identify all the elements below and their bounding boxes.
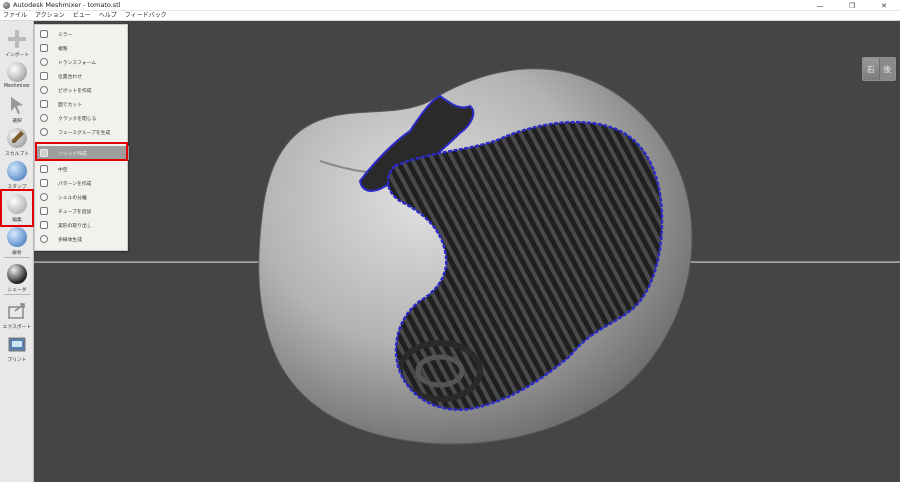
window-controls: — ❐ ✕ (804, 0, 900, 11)
view-cube-right-face[interactable]: 右 (863, 58, 879, 80)
toolbar-divider (4, 294, 30, 295)
tomato-mesh[interactable] (0, 21, 900, 482)
menu-item-make-pattern-label: パターンを作成 (58, 181, 92, 187)
menu-item-align-label: 位置合わせ (58, 74, 82, 80)
toolbar-divider (4, 257, 30, 258)
menu-item-add-tube-label: チューブを追加 (58, 209, 92, 215)
menu-item-hollow[interactable]: 中空 (35, 162, 129, 176)
menu-item-separate-shells[interactable]: シェルの分離 (35, 190, 129, 204)
tool-sculpt[interactable]: スカルプト (2, 125, 32, 159)
edit-submenu: ミラー 複製 トランスフォーム 位置合わせ ピボットを作成 面でカット クラック… (34, 24, 129, 251)
tool-meshmixer-label: Meshmixer (3, 84, 31, 89)
plane-cut-icon (40, 100, 48, 108)
menu-help[interactable]: ヘルプ (95, 11, 121, 21)
print-icon (7, 334, 27, 354)
menu-feedback[interactable]: フィードバック (121, 11, 171, 21)
view-cube[interactable]: 右 後 (862, 57, 896, 81)
menu-action[interactable]: アクション (31, 11, 69, 21)
edit-sphere-icon (7, 194, 27, 214)
align-icon (40, 72, 48, 80)
menu-item-plane-cut-label: 面でカット (58, 102, 82, 108)
menu-item-close-cracks[interactable]: クラックを閉じる (35, 111, 129, 125)
menu-item-align[interactable]: 位置合わせ (35, 69, 129, 83)
pattern-icon (40, 179, 48, 187)
close-cracks-icon (40, 114, 48, 122)
menu-item-duplicate[interactable]: 複製 (35, 41, 129, 55)
main-toolbar: インポート Meshmixer 選択 スカルプト スタンプ 編集 解析 シェーダ (0, 21, 34, 482)
duplicate-icon (40, 44, 48, 52)
tool-print[interactable]: プリント (2, 331, 32, 365)
close-button[interactable]: ✕ (868, 0, 900, 11)
tool-select[interactable]: 選択 (2, 92, 32, 126)
tool-shaders-label: シェーダ (7, 288, 27, 293)
tool-import-label: インポート (5, 53, 29, 58)
menu-item-transform[interactable]: トランスフォーム (35, 55, 129, 69)
face-groups-icon (40, 128, 48, 136)
3d-viewport[interactable]: 右 後 (0, 21, 900, 482)
menu-item-duplicate-label: 複製 (58, 46, 68, 52)
menu-item-mirror[interactable]: ミラー (35, 27, 129, 41)
pivot-icon (40, 86, 48, 94)
brush-icon (7, 128, 27, 148)
menu-item-transform-label: トランスフォーム (58, 60, 97, 66)
tool-shaders[interactable]: シェーダ (2, 261, 32, 295)
menu-item-extract-label: 実形の取り出し (58, 223, 92, 229)
menu-bar: ファイル アクション ビュー ヘルプ フィードバック (0, 11, 900, 21)
export-icon (7, 301, 27, 321)
tool-export[interactable]: エクスポート (2, 298, 32, 332)
tool-export-label: エクスポート (2, 325, 32, 330)
extract-icon (40, 221, 48, 229)
tool-edit-label: 編集 (12, 218, 22, 223)
manifold-icon (40, 235, 48, 243)
menu-item-face-groups-label: フェースグループを生成 (58, 130, 111, 136)
mirror-icon (40, 30, 48, 38)
menu-item-make-solid-label: ソリッド作成 (58, 151, 87, 157)
tool-edit[interactable]: 編集 (0, 189, 34, 227)
minimize-button[interactable]: — (804, 0, 836, 11)
tool-select-label: 選択 (12, 119, 22, 124)
tool-analysis[interactable]: 解析 (2, 224, 32, 258)
transform-icon (40, 58, 48, 66)
menu-item-create-pivot[interactable]: ピボットを作成 (35, 83, 129, 97)
menu-file[interactable]: ファイル (0, 11, 31, 21)
meshmixer-app-icon (3, 1, 10, 9)
plus-icon (7, 29, 27, 49)
maximize-button[interactable]: ❐ (836, 0, 868, 11)
menu-item-make-solid[interactable]: ソリッド作成 (35, 146, 129, 160)
title-bar: Autodesk Meshmixer - tomato.stl — ❐ ✕ (0, 0, 900, 11)
separate-shells-icon (40, 193, 48, 201)
tool-sculpt-label: スカルプト (5, 152, 29, 157)
tool-analysis-label: 解析 (12, 251, 22, 256)
make-solid-icon (40, 149, 48, 157)
menu-item-plane-cut[interactable]: 面でカット (35, 97, 129, 111)
shader-sphere-icon (7, 264, 27, 284)
hollow-icon (40, 165, 48, 173)
menu-item-add-tube[interactable]: チューブを追加 (35, 204, 129, 218)
menu-item-mirror-label: ミラー (58, 32, 73, 38)
menu-item-extract[interactable]: 実形の取り出し (35, 218, 129, 232)
window-title: Autodesk Meshmixer - tomato.stl (13, 1, 121, 9)
tool-stamp-label: スタンプ (7, 185, 27, 190)
menu-item-make-pattern[interactable]: パターンを作成 (35, 176, 129, 190)
menu-item-face-groups[interactable]: フェースグループを生成 (35, 125, 129, 139)
sphere-icon (7, 62, 27, 82)
add-tube-icon (40, 207, 48, 215)
cursor-arrow-icon (7, 95, 27, 115)
menu-view[interactable]: ビュー (69, 11, 95, 21)
view-cube-back-face[interactable]: 後 (878, 58, 895, 80)
menu-item-manifold-label: 多様体生成 (58, 237, 82, 243)
menu-item-separate-shells-label: シェルの分離 (58, 195, 87, 201)
tool-import[interactable]: インポート (2, 26, 32, 60)
menu-item-manifold[interactable]: 多様体生成 (35, 232, 129, 246)
menu-item-hollow-label: 中空 (58, 167, 68, 173)
stamp-icon (7, 161, 27, 181)
menu-item-close-cracks-label: クラックを閉じる (58, 116, 97, 122)
tool-print-label: プリント (7, 358, 27, 363)
tool-stamp[interactable]: スタンプ (2, 158, 32, 192)
tool-meshmixer[interactable]: Meshmixer (2, 59, 32, 93)
analysis-sphere-icon (7, 227, 27, 247)
menu-item-create-pivot-label: ピボットを作成 (58, 88, 92, 94)
